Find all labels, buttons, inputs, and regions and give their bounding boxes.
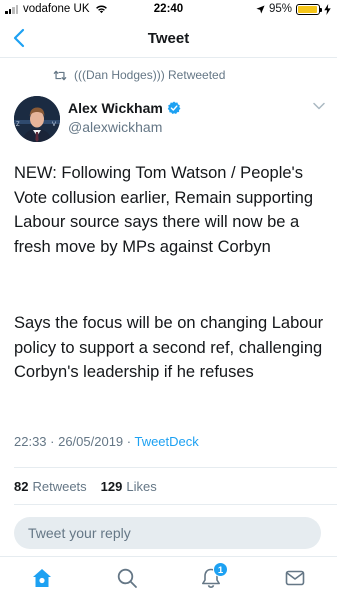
retweet-label: (((Dan Hodges))) Retweeted [74,68,226,82]
messages-envelope-icon[interactable] [284,567,306,589]
retweet-context[interactable]: (((Dan Hodges))) Retweeted [53,68,225,82]
avatar[interactable]: Z V [14,96,60,142]
retweets-label: Retweets [32,479,87,494]
page-title: Tweet [147,30,190,47]
battery-level [298,5,317,13]
search-icon[interactable] [116,567,138,589]
location-arrow-icon [256,4,265,14]
charging-bolt-icon [324,3,331,15]
avatar-image: Z V [14,96,60,142]
likes-label: Likes [126,479,157,494]
divider [14,467,337,468]
notification-badge: 1 [213,562,228,577]
tweet-stats: 82 Retweets 129 Likes [14,479,171,494]
tab-bar: 1 [0,556,337,600]
likes-stat[interactable]: 129 Likes [101,479,157,494]
chevron-down-icon[interactable] [313,102,325,110]
tweet-timestamp: 22:33 · 26/05/2019 · [14,434,135,449]
verified-badge-icon [167,101,181,115]
tweet-paragraph-2: Says the focus will be on changing Labou… [14,314,324,381]
home-icon[interactable] [31,567,53,589]
divider [14,504,337,505]
retweet-icon [53,70,67,80]
status-bar: vodafone UK 22:40 95% [0,0,337,20]
svg-text:Z: Z [16,122,20,128]
tweet-paragraph-1: NEW: Following Tom Watson / People's Vot… [14,164,314,256]
status-right: 95% [256,3,331,15]
battery-percent: 95% [268,3,292,15]
reply-input[interactable]: Tweet your reply [14,517,321,549]
retweets-count: 82 [14,479,29,494]
tweet-meta: 22:33 · 26/05/2019 · TweetDeck [14,434,199,449]
author-handle[interactable]: @alexwickham [68,119,162,135]
likes-count: 129 [100,479,123,494]
retweets-stat[interactable]: 82 Retweets [14,479,87,494]
battery-icon [296,3,322,15]
svg-text:V: V [52,122,56,128]
nav-bar: Tweet [0,20,337,58]
author-name[interactable]: Alex Wickham [68,100,163,116]
tweet-source-link[interactable]: TweetDeck [134,434,198,449]
author-name-row[interactable]: Alex Wickham [68,100,181,116]
